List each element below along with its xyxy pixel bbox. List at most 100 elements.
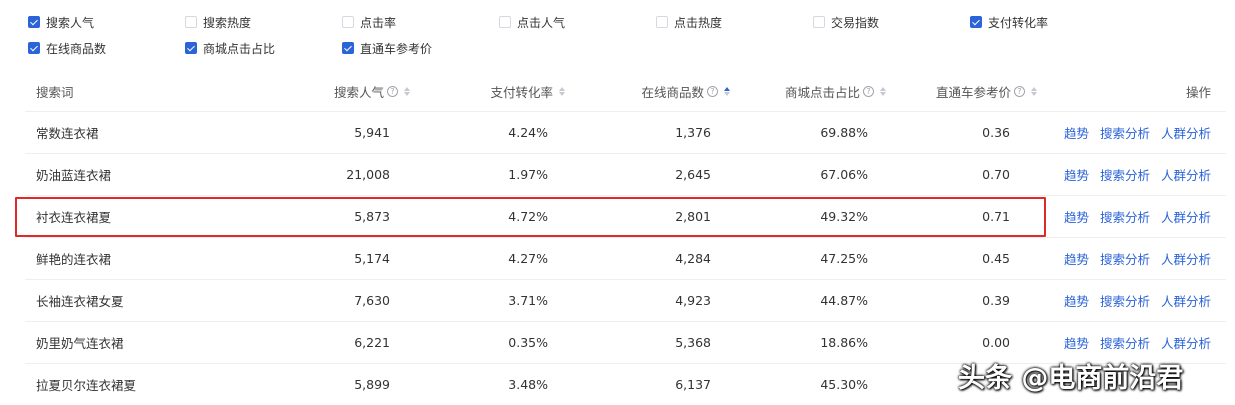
help-icon[interactable]: ? — [707, 86, 718, 97]
checkbox-unchecked-icon[interactable] — [813, 16, 825, 28]
header-pay-conversion[interactable]: 支付转化率 — [418, 72, 565, 111]
sort-ascending-icon[interactable] — [724, 87, 730, 96]
checkbox-unchecked-icon[interactable] — [185, 16, 197, 28]
cell-online-items: 4,284 — [675, 251, 711, 266]
trend-link[interactable]: 趋势 — [1064, 165, 1089, 184]
crowd-analysis-link[interactable]: 人群分析 — [1161, 291, 1211, 310]
filter-online-items[interactable]: 在线商品数 — [28, 39, 106, 57]
cell-keyword: 常数连衣裙 — [36, 126, 99, 141]
filter-label: 在线商品数 — [46, 41, 107, 56]
filter-pay-conversion[interactable]: 支付转化率 — [970, 13, 1048, 31]
cell-ztc-price: 0.39 — [982, 293, 1010, 308]
sort-icon[interactable] — [1031, 87, 1037, 96]
cell-search-popularity: 6,221 — [354, 335, 390, 350]
table-row: 长袖连衣裙女夏 7,630 3.71% 4,923 44.87% 0.39 趋势… — [25, 280, 1226, 322]
crowd-analysis-link[interactable]: 人群分析 — [1161, 165, 1211, 184]
checkbox-unchecked-icon[interactable] — [342, 16, 354, 28]
header-label: 在线商品数 — [641, 85, 704, 100]
search-analysis-link[interactable]: 搜索分析 — [1100, 249, 1150, 268]
help-icon[interactable]: ? — [387, 86, 398, 97]
filter-label: 搜索热度 — [203, 15, 252, 30]
header-actions: 操作 — [1055, 72, 1211, 111]
checkbox-checked-icon[interactable] — [342, 42, 354, 54]
filter-search-popularity[interactable]: 搜索人气 — [28, 13, 94, 31]
cell-keyword: 鲜艳的连衣裙 — [36, 252, 112, 267]
header-label: 搜索人气 — [333, 85, 384, 100]
trend-link[interactable]: 趋势 — [1064, 123, 1089, 142]
table-header: 搜索词 搜索人气 ? 支付转化率 在线商品数 ? 商城点击占比 ? 直通车参考价… — [25, 72, 1226, 112]
filter-click-rate[interactable]: 点击率 — [342, 13, 396, 31]
filter-label: 搜索人气 — [46, 15, 95, 30]
search-analysis-link[interactable]: 搜索分析 — [1100, 165, 1150, 184]
cell-search-popularity: 5,941 — [354, 125, 390, 140]
metric-filter-row-1: 搜索人气 搜索热度 点击率 点击人气 点击热度 交易指数 支付转化率 — [28, 13, 1128, 31]
filter-label: 支付转化率 — [988, 15, 1049, 30]
trend-link[interactable]: 趋势 — [1064, 207, 1089, 226]
cell-mall-click-ratio: 47.25% — [820, 251, 868, 266]
search-analysis-link[interactable]: 搜索分析 — [1100, 123, 1150, 142]
cell-search-popularity: 5,899 — [354, 377, 390, 392]
cell-online-items: 2,801 — [675, 209, 711, 224]
cell-mall-click-ratio: 49.32% — [820, 209, 868, 224]
trend-link[interactable]: 趋势 — [1064, 291, 1089, 310]
table-row: 奶油蓝连衣裙 21,008 1.97% 2,645 67.06% 0.70 趋势… — [25, 154, 1226, 196]
search-analysis-link[interactable]: 搜索分析 — [1100, 333, 1150, 352]
cell-online-items: 2,645 — [675, 167, 711, 182]
trend-link[interactable]: 趋势 — [1064, 249, 1089, 268]
search-analysis-link[interactable]: 搜索分析 — [1100, 207, 1150, 226]
checkbox-checked-icon[interactable] — [970, 16, 982, 28]
header-label: 商城点击占比 — [784, 85, 860, 100]
cell-search-popularity: 7,630 — [354, 293, 390, 308]
filter-label: 点击人气 — [517, 15, 566, 30]
search-analysis-link[interactable]: 搜索分析 — [1100, 291, 1150, 310]
sort-icon[interactable] — [880, 87, 886, 96]
cell-search-popularity: 5,174 — [354, 251, 390, 266]
cell-online-items: 1,376 — [675, 125, 711, 140]
crowd-analysis-link[interactable]: 人群分析 — [1161, 207, 1211, 226]
header-label: 支付转化率 — [490, 85, 553, 100]
cell-online-items: 5,368 — [675, 335, 711, 350]
filter-search-heat[interactable]: 搜索热度 — [185, 13, 251, 31]
crowd-analysis-link[interactable]: 人群分析 — [1161, 333, 1211, 352]
checkbox-checked-icon[interactable] — [185, 42, 197, 54]
header-online-items[interactable]: 在线商品数 ? — [573, 72, 730, 111]
sort-icon[interactable] — [404, 87, 410, 96]
checkbox-checked-icon[interactable] — [28, 16, 40, 28]
header-label: 直通车参考价 — [935, 85, 1011, 100]
cell-actions: 趋势 搜索分析 人群分析 — [1055, 280, 1211, 321]
checkbox-unchecked-icon[interactable] — [656, 16, 668, 28]
help-icon[interactable]: ? — [863, 86, 874, 97]
cell-actions: 趋势 搜索分析 人群分析 — [1055, 112, 1211, 153]
checkbox-unchecked-icon[interactable] — [499, 16, 511, 28]
cell-pay-conversion: 1.97% — [508, 167, 548, 182]
crowd-analysis-link[interactable]: 人群分析 — [1161, 123, 1211, 142]
trend-link[interactable]: 趋势 — [1064, 333, 1089, 352]
cell-keyword: 奶油蓝连衣裙 — [36, 168, 112, 183]
cell-keyword: 衬衣连衣裙夏 — [36, 210, 112, 225]
filter-ztc-price[interactable]: 直通车参考价 — [342, 39, 432, 57]
filter-mall-click-ratio[interactable]: 商城点击占比 — [185, 39, 275, 57]
cell-search-popularity: 21,008 — [346, 167, 390, 182]
cell-mall-click-ratio: 67.06% — [820, 167, 868, 182]
cell-actions: 趋势 搜索分析 人群分析 — [1055, 196, 1211, 237]
filter-label: 直通车参考价 — [360, 41, 433, 56]
cell-ztc-price: 0.45 — [982, 251, 1010, 266]
cell-pay-conversion: 4.27% — [508, 251, 548, 266]
cell-online-items: 4,923 — [675, 293, 711, 308]
sort-icon[interactable] — [559, 87, 565, 96]
header-ztc-price[interactable]: 直通车参考价 ? — [887, 72, 1037, 111]
cell-mall-click-ratio: 18.86% — [820, 335, 868, 350]
header-search-popularity[interactable]: 搜索人气 ? — [255, 72, 410, 111]
filter-click-popularity[interactable]: 点击人气 — [499, 13, 565, 31]
cell-pay-conversion: 4.72% — [508, 209, 548, 224]
help-icon[interactable]: ? — [1014, 86, 1025, 97]
filter-click-heat[interactable]: 点击热度 — [656, 13, 722, 31]
filter-trade-index[interactable]: 交易指数 — [813, 13, 879, 31]
cell-pay-conversion: 3.71% — [508, 293, 548, 308]
cell-search-popularity: 5,873 — [354, 209, 390, 224]
crowd-analysis-link[interactable]: 人群分析 — [1161, 249, 1211, 268]
cell-keyword: 拉夏贝尔连衣裙夏 — [36, 378, 137, 393]
header-mall-click-ratio[interactable]: 商城点击占比 ? — [735, 72, 886, 111]
checkbox-checked-icon[interactable] — [28, 42, 40, 54]
filter-label: 点击热度 — [674, 15, 723, 30]
